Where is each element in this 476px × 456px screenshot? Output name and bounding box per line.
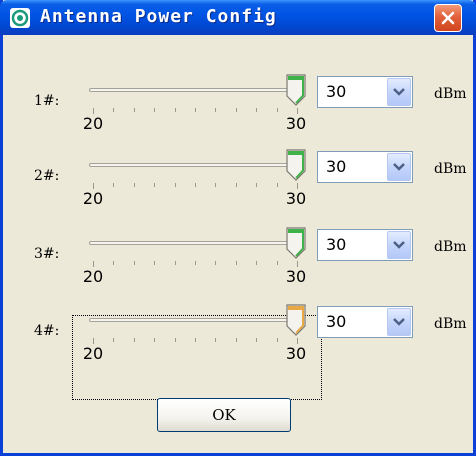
tick-mark: [174, 261, 176, 265]
antenna-2-unit-label: dBm: [434, 161, 467, 177]
tick-mark: [133, 108, 135, 112]
tick-mark: [154, 338, 156, 342]
dropdown-button[interactable]: [387, 78, 411, 106]
antenna-3-tick-marks: [89, 261, 299, 267]
tick-mark: [113, 108, 115, 112]
antenna-1-min-label: 20: [82, 114, 104, 133]
tick-mark: [174, 108, 176, 112]
antenna-1-slider-track[interactable]: [89, 88, 295, 92]
tick-mark: [113, 338, 115, 342]
tick-mark: [133, 338, 135, 342]
tick-mark: [276, 261, 278, 265]
dropdown-button[interactable]: [387, 153, 411, 181]
tick-mark: [133, 261, 135, 265]
tick-mark: [113, 183, 115, 187]
antenna-4-min-label: 20: [82, 344, 104, 363]
antenna-power-config-dialog: Antenna Power Config 1#: 20 30 30 dBm 2#: 20 30…: [0, 0, 476, 456]
antenna-4-tick-marks: [89, 338, 299, 344]
antenna-3-max-label: 30: [285, 267, 307, 286]
antenna-2-power-dropdown[interactable]: 30: [317, 151, 413, 183]
tick-mark: [215, 183, 217, 187]
chevron-down-icon: [393, 241, 405, 249]
title-bar[interactable]: Antenna Power Config: [0, 0, 476, 35]
antenna-4-power-dropdown[interactable]: 30: [317, 306, 413, 338]
app-logo-icon: [10, 8, 30, 28]
tick-mark: [195, 183, 196, 187]
antenna-4-max-label: 30: [285, 344, 307, 363]
antenna-2-slider-track[interactable]: [89, 163, 295, 167]
tick-mark: [154, 261, 156, 265]
dropdown-button[interactable]: [387, 231, 411, 259]
dropdown-button[interactable]: [387, 308, 411, 336]
antenna-2-tick-marks: [89, 183, 299, 189]
tick-mark: [276, 108, 278, 112]
antenna-4-slider-thumb[interactable]: [285, 304, 307, 336]
antenna-1-tick-marks: [89, 108, 299, 114]
tick-mark: [154, 108, 156, 112]
antenna-2-slider-thumb[interactable]: [285, 149, 307, 181]
tick-mark: [195, 338, 196, 342]
tick-mark: [195, 108, 196, 112]
tick-mark: [235, 261, 237, 265]
tick-mark: [113, 261, 115, 265]
antenna-1-max-label: 30: [285, 114, 307, 133]
window-title: Antenna Power Config: [40, 6, 277, 27]
tick-mark: [195, 261, 196, 265]
antenna-4-unit-label: dBm: [434, 316, 467, 332]
antenna-1-unit-label: dBm: [434, 86, 467, 102]
tick-mark: [154, 183, 156, 187]
chevron-down-icon: [393, 88, 405, 96]
tick-mark: [256, 108, 258, 112]
tick-mark: [256, 338, 258, 342]
tick-mark: [256, 183, 258, 187]
ok-button[interactable]: OK: [157, 398, 291, 432]
close-icon: [441, 11, 455, 25]
tick-mark: [174, 183, 176, 187]
antenna-4-label: 4#:: [34, 323, 60, 339]
dropdown-value: 30: [326, 235, 347, 254]
dropdown-value: 30: [326, 312, 347, 331]
tick-mark: [215, 108, 217, 112]
antenna-3-unit-label: dBm: [434, 239, 467, 255]
tick-mark: [235, 338, 237, 342]
chevron-down-icon: [393, 318, 405, 326]
antenna-3-power-dropdown[interactable]: 30: [317, 229, 413, 261]
antenna-2-max-label: 30: [285, 189, 307, 208]
tick-mark: [235, 183, 237, 187]
tick-mark: [215, 261, 217, 265]
antenna-1-label: 1#:: [34, 93, 60, 109]
tick-mark: [276, 183, 278, 187]
tick-mark: [235, 108, 237, 112]
chevron-down-icon: [393, 163, 405, 171]
dropdown-value: 30: [326, 82, 347, 101]
tick-mark: [174, 338, 176, 342]
close-button[interactable]: [434, 4, 462, 32]
antenna-3-slider-thumb[interactable]: [285, 227, 307, 259]
tick-mark: [256, 261, 258, 265]
antenna-3-label: 3#:: [34, 246, 60, 262]
antenna-1-power-dropdown[interactable]: 30: [317, 76, 413, 108]
antenna-3-min-label: 20: [82, 267, 104, 286]
antenna-2-label: 2#:: [34, 168, 60, 184]
antenna-1-slider-thumb[interactable]: [285, 74, 307, 106]
antenna-3-slider-track[interactable]: [89, 241, 295, 245]
dropdown-value: 30: [326, 157, 347, 176]
antenna-2-min-label: 20: [82, 189, 104, 208]
tick-mark: [215, 338, 217, 342]
tick-mark: [133, 183, 135, 187]
antenna-4-slider-track[interactable]: [89, 318, 295, 322]
tick-mark: [276, 338, 278, 342]
